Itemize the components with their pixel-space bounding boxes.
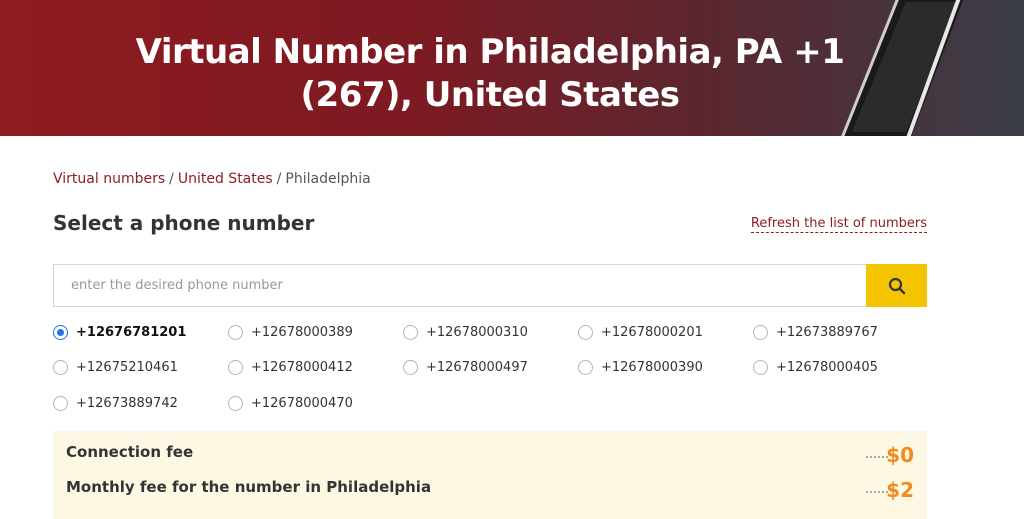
radio-button[interactable] bbox=[228, 396, 243, 411]
radio-button[interactable] bbox=[228, 360, 243, 375]
phone-number-option[interactable]: +12673889742 bbox=[53, 396, 178, 411]
phone-number-label: +12678000201 bbox=[601, 325, 703, 340]
phone-number-option[interactable]: +12678000497 bbox=[403, 360, 528, 375]
radio-button[interactable] bbox=[53, 325, 68, 340]
phone-number-option[interactable]: +12678000470 bbox=[228, 396, 353, 411]
search-box bbox=[53, 264, 866, 307]
phone-number-label: +12678000470 bbox=[251, 396, 353, 411]
phone-number-option[interactable]: +12678000310 bbox=[403, 325, 528, 340]
radio-button[interactable] bbox=[53, 396, 68, 411]
phone-number-label: +12678000310 bbox=[426, 325, 528, 340]
phone-number-option[interactable]: +12675210461 bbox=[53, 360, 178, 375]
monthly-fee-row: Monthly fee for the number in Philadelph… bbox=[66, 478, 914, 502]
connection-fee-value: $0 bbox=[886, 443, 914, 467]
page-title-line2: (267), United States bbox=[300, 75, 681, 115]
phone-number-label: +12676781201 bbox=[76, 325, 187, 340]
phone-number-label: +12678000497 bbox=[426, 360, 528, 375]
section-title: Select a phone number bbox=[53, 211, 315, 235]
radio-button[interactable] bbox=[578, 325, 593, 340]
radio-button[interactable] bbox=[753, 360, 768, 375]
search-button[interactable] bbox=[866, 264, 927, 307]
phone-number-label: +12678000412 bbox=[251, 360, 353, 375]
phone-number-option[interactable]: +12678000390 bbox=[578, 360, 703, 375]
breadcrumb-current: Philadelphia bbox=[285, 171, 371, 187]
breadcrumb: Virtual numbers / United States / Philadelph… bbox=[53, 171, 371, 187]
phone-number-label: +12678000405 bbox=[776, 360, 878, 375]
radio-button[interactable] bbox=[403, 360, 418, 375]
breadcrumb-link-united-states[interactable]: United States bbox=[178, 171, 273, 187]
page-title: Virtual Number in Philadelphia, PA +1 (2… bbox=[120, 31, 860, 117]
phone-number-option[interactable]: +12673889767 bbox=[753, 325, 878, 340]
connection-fee-label: Connection fee bbox=[66, 443, 194, 461]
phone-search-input[interactable] bbox=[54, 265, 866, 306]
phone-number-label: +12678000389 bbox=[251, 325, 353, 340]
radio-button[interactable] bbox=[403, 325, 418, 340]
refresh-numbers-link[interactable]: Refresh the list of numbers bbox=[750, 216, 927, 233]
phone-number-label: +12675210461 bbox=[76, 360, 178, 375]
phone-number-label: +12673889742 bbox=[76, 396, 178, 411]
phone-number-label: +12673889767 bbox=[776, 325, 878, 340]
radio-button[interactable] bbox=[578, 360, 593, 375]
radio-button[interactable] bbox=[53, 360, 68, 375]
hero-banner: Virtual Number in Philadelphia, PA +1 (2… bbox=[0, 0, 1024, 136]
connection-fee-row: Connection fee $0 bbox=[66, 443, 914, 467]
page-title-line1: Virtual Number in Philadelphia, PA +1 bbox=[135, 32, 845, 72]
breadcrumb-link-virtual-numbers[interactable]: Virtual numbers bbox=[53, 171, 165, 187]
phone-number-label: +12678000390 bbox=[601, 360, 703, 375]
monthly-fee-label: Monthly fee for the number in Philadelph… bbox=[66, 478, 432, 496]
fee-summary: Connection fee $0 Monthly fee for the nu… bbox=[53, 431, 927, 519]
radio-button[interactable] bbox=[228, 325, 243, 340]
monthly-fee-value: $2 bbox=[886, 478, 914, 502]
breadcrumb-separator: / bbox=[276, 171, 282, 187]
breadcrumb-separator: / bbox=[169, 171, 174, 187]
radio-button[interactable] bbox=[753, 325, 768, 340]
phone-number-option[interactable]: +12678000389 bbox=[228, 325, 353, 340]
phone-number-option[interactable]: +12678000201 bbox=[578, 325, 703, 340]
search-icon bbox=[888, 277, 905, 294]
dotted-leader bbox=[866, 491, 888, 493]
dotted-leader bbox=[866, 456, 888, 458]
phone-number-option[interactable]: +12676781201 bbox=[53, 325, 186, 340]
phone-number-option[interactable]: +12678000405 bbox=[753, 360, 878, 375]
phone-number-option[interactable]: +12678000412 bbox=[228, 360, 353, 375]
